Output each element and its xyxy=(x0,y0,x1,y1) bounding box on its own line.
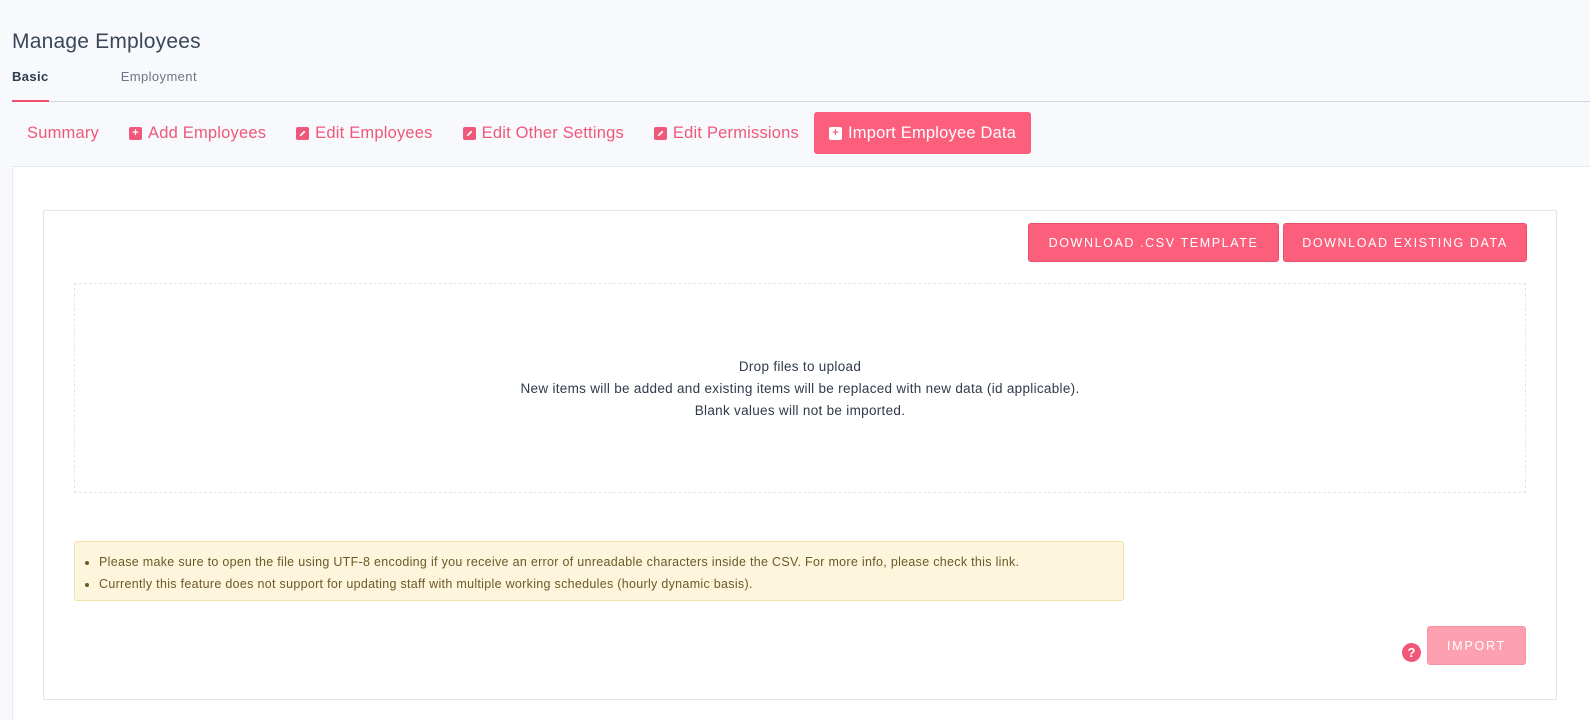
subtab-label: Edit Permissions xyxy=(672,123,799,142)
subtab-add-employees[interactable]: + Add Employees xyxy=(114,112,281,154)
sub-tabs: Summary + Add Employees Edit Employees E… xyxy=(12,112,1590,154)
notice-item: Currently this feature does not support … xyxy=(99,573,1109,595)
notice-list: Please make sure to open the file using … xyxy=(99,551,1109,595)
subtab-label: Import Employee Data xyxy=(848,123,1017,142)
plus-square-icon: + xyxy=(129,126,142,140)
subtab-label: Summary xyxy=(27,123,99,142)
download-existing-data-button[interactable]: DOWNLOAD EXISTING DATA xyxy=(1283,223,1527,262)
pencil-square-icon xyxy=(296,126,310,140)
top-tabs: Basic Employment xyxy=(12,68,1590,102)
page-title: Manage Employees xyxy=(12,30,201,53)
notice-box: Please make sure to open the file using … xyxy=(74,541,1124,601)
subtab-summary[interactable]: Summary xyxy=(12,112,114,154)
help-icon[interactable]: ? xyxy=(1402,643,1421,662)
subtab-label: Edit Other Settings xyxy=(481,123,624,142)
tab-employment[interactable]: Employment xyxy=(121,68,197,101)
notice-item: Please make sure to open the file using … xyxy=(99,551,1109,573)
download-csv-template-button[interactable]: DOWNLOAD .CSV TEMPLATE xyxy=(1028,223,1279,262)
dropzone-title: Drop files to upload xyxy=(738,358,862,374)
pencil-square-icon xyxy=(653,126,667,140)
import-card: DOWNLOAD .CSV TEMPLATE DOWNLOAD EXISTING… xyxy=(43,210,1557,700)
dropzone-description: New items will be added and existing ite… xyxy=(520,380,1080,396)
pencil-square-icon xyxy=(462,126,476,140)
import-button[interactable]: IMPORT xyxy=(1427,626,1526,665)
subtab-label: Add Employees xyxy=(148,123,267,142)
plus-square-icon: + xyxy=(829,126,842,140)
subtab-edit-employees[interactable]: Edit Employees xyxy=(281,112,447,154)
page: Manage Employees Basic Employment Summar… xyxy=(0,0,1590,720)
subtab-import-employee-data[interactable]: + Import Employee Data xyxy=(814,112,1032,154)
subtab-edit-permissions[interactable]: Edit Permissions xyxy=(639,112,814,154)
tab-basic[interactable]: Basic xyxy=(12,68,49,102)
subtab-edit-other-settings[interactable]: Edit Other Settings xyxy=(448,112,639,154)
subtab-label: Edit Employees xyxy=(315,123,433,142)
dropzone-note: Blank values will not be imported. xyxy=(694,402,906,418)
file-dropzone[interactable]: Drop files to upload New items will be a… xyxy=(74,283,1526,493)
main-panel: DOWNLOAD .CSV TEMPLATE DOWNLOAD EXISTING… xyxy=(12,166,1590,720)
